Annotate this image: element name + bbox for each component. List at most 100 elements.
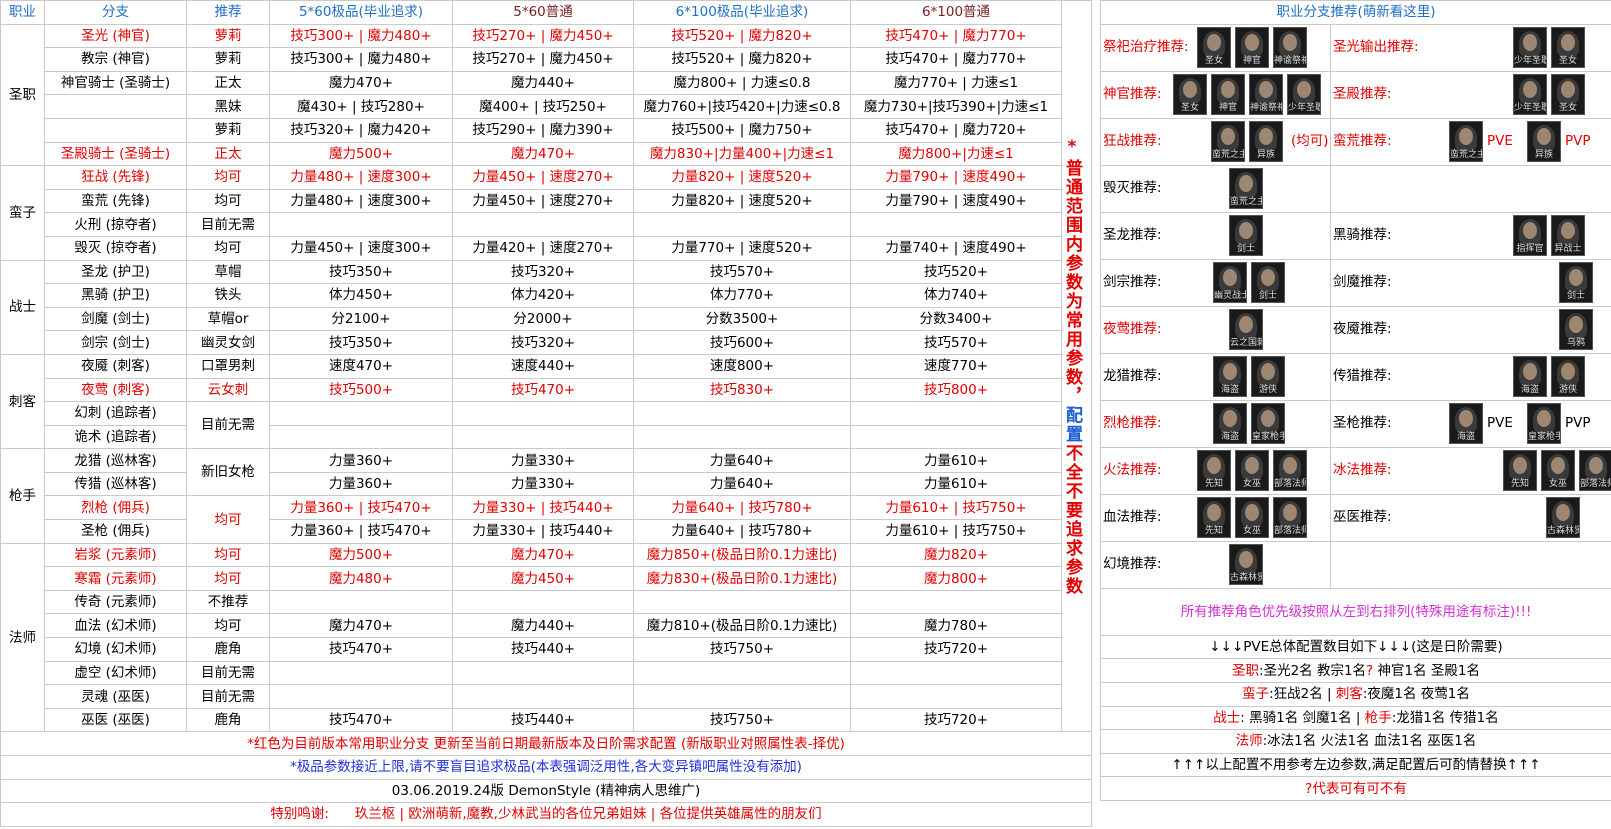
recommend-left: 祭祀治疗推荐: 圣女 神官 神谕祭祀: [1102, 25, 1330, 70]
value-cell-c3: 分数3500+: [633, 306, 851, 332]
hero-portrait-icon: 先知: [1503, 449, 1537, 491]
hero-portrait-icon: 部落法师: [1579, 449, 1611, 491]
header-branch: 分支: [44, 0, 187, 25]
value-cell-c1: [269, 212, 453, 237]
value-cell-c2: 技巧470+: [452, 377, 634, 403]
recommend-label: 巫医推荐:: [1333, 508, 1392, 525]
job-group-gunner: 枪手: [0, 448, 45, 544]
hero-portrait-icon: 异族: [1249, 120, 1283, 162]
recommend-cell-right: 黑骑推荐: 指挥官 异战士: [1329, 211, 1611, 260]
recommend-left: 狂战推荐: 蛮荒之主 异族 (均可): [1102, 119, 1330, 164]
value-cell-c2: 力量330+: [452, 448, 634, 473]
hero-name: 少年圣职: [1514, 55, 1547, 66]
hero-name: 古森林贤者: [1230, 572, 1262, 583]
side-note-text-1: 普通范围内参数为常用参数，: [1062, 158, 1083, 406]
attribute-table: 职业 分支 推荐 5*60极品(毕业追求) 5*60普通 6*100极品(毕业追求) 6*1…: [0, 0, 1092, 827]
recommend-cell-right: 冰法推荐: 先知 女巫 部落法师: [1329, 446, 1611, 495]
table-row: 幻刺 (追踪者) 目前无需: [1, 401, 1092, 450]
pve-line-6: ?代表可有可不有: [1099, 776, 1611, 801]
table-row: 幻境 (幻术师) 鹿角 技巧470+ 技巧440+ 技巧750+ 技巧720+: [1, 637, 1092, 662]
table-row: 枪手 龙猎 (巡林客) 新旧女枪 力量360+ 力量330+ 力量640+ 力量610+: [0, 448, 1092, 544]
value-cell-c2: 魔400+ | 技巧250+: [452, 94, 634, 119]
recommend-right: 圣殿推荐: 少年圣职 圣女: [1332, 72, 1611, 117]
branch-cell: 狂战 (先锋): [44, 165, 187, 190]
recommend-label: 圣龙推荐:: [1103, 226, 1162, 243]
job-group-warrior: 战士: [0, 259, 45, 355]
side-note-text-2: 配置: [1062, 405, 1083, 444]
recommend-cell-left: 祭祀治疗推荐: 圣女 神官 神谕祭祀: [1100, 23, 1331, 72]
recommend-label: 祭祀治疗推荐:: [1103, 38, 1189, 55]
value-cell-c2: 技巧270+ | 魔力450+: [452, 23, 634, 49]
hero-portrait-icon: 神官: [1235, 26, 1269, 68]
table-row: 诡术 (追踪者): [1, 424, 1092, 450]
value-cell-c3: 魔力800+ | 力速≤0.8: [633, 70, 851, 96]
branch-cell: 寒霜 (元素师): [44, 566, 187, 591]
rec-cell: 鹿角: [186, 707, 270, 733]
branch-cell: 黑骑 (护卫): [44, 283, 187, 308]
value-cell-c3: [633, 212, 851, 237]
value-cell-c3: 技巧520+ | 魔力820+: [633, 47, 851, 72]
value-cell-c2: 技巧290+ | 魔力390+: [452, 117, 634, 143]
table-row: 传猎 (巡林客) 力量360+ 力量330+ 力量640+ 力量610+: [1, 471, 1092, 497]
hero-name: 海盗: [1220, 384, 1239, 395]
rec-cell: 铁头: [186, 283, 270, 308]
hero-portrait-icon: 神谕祭祀: [1249, 73, 1283, 115]
thanks-text: 玖兰枢 | 欧洲萌新,魔教,少林武当的各位兄弟姐妹 | 各位提供英雄属性的朋友们: [354, 806, 822, 823]
recommend-label: 圣枪推荐:: [1333, 414, 1392, 431]
branch-cell: 诡术 (追踪者): [44, 424, 187, 450]
hero-name: 海盗: [1456, 431, 1475, 442]
value-cell-c1: [269, 684, 453, 709]
branch-cell: 传猎 (巡林客): [44, 471, 187, 497]
hero-name: 先知: [1510, 478, 1529, 489]
recommend-label: 冰法推荐:: [1333, 461, 1392, 478]
value-cell-c1: 力量480+ | 速度300+: [269, 165, 453, 190]
value-cell-c4: 魔力780+: [850, 613, 1062, 639]
recommend-row: 毁灭推荐: 蛮荒之主: [1100, 164, 1611, 213]
value-cell-c3: [633, 424, 851, 450]
priority-note: 所有推荐角色优先级按照从左到右排列(特殊用途有标注)!!!: [1099, 587, 1611, 636]
hero-name: 圣女: [1558, 102, 1577, 113]
value-cell-c4: 魔力770+ | 力速≤1: [850, 70, 1062, 96]
hero-name: 神谕祭祀: [1250, 102, 1283, 113]
hero-name: 皇家枪手: [1528, 431, 1561, 442]
recommend-right: 剑魔推荐: 剑士: [1332, 260, 1611, 305]
recommend-right: 圣枪推荐: 海盗 皇家枪手 PVE PVP: [1332, 401, 1611, 446]
rec-cell: 口罩男刺: [186, 353, 270, 379]
hero-name: 剑士: [1258, 290, 1277, 301]
value-cell-c2: [452, 212, 634, 237]
recommend-label: 龙猎推荐:: [1103, 367, 1162, 384]
recommend-cell-left: 龙猎推荐: 海盗 游侠: [1100, 352, 1331, 401]
recommend-row: 圣龙推荐: 剑士 黑骑推荐: 指挥官 异战士: [1100, 211, 1611, 260]
hero-name: 神官: [1218, 102, 1237, 113]
hero-portrait-icon: 蛮荒之主: [1211, 120, 1245, 162]
hero-portrait-icon: 少年圣职: [1513, 73, 1547, 115]
pve-line-1: 圣职:圣光2名 教宗1名? 神官1名 圣殿1名: [1099, 658, 1611, 683]
pve-class: 法师: [1235, 733, 1263, 750]
value-cell-c3: 技巧750+: [633, 637, 851, 662]
recommend-left: 烈枪推荐: 海盗 皇家枪手: [1102, 401, 1330, 446]
value-cell-c2: 技巧440+: [452, 637, 634, 662]
hero-portrait-icon: 乌鸦: [1559, 308, 1593, 350]
recommend-left: 火法推荐: 先知 女巫 部落法师: [1102, 448, 1330, 493]
table-row: 法师 岩浆 (元素师) 均可 魔力500+ 魔力470+ 魔力850+(极品日阶0.1力速…: [0, 542, 1092, 733]
recommend-row: 烈枪推荐: 海盗 皇家枪手 圣枪推荐: 海盗 皇家枪手 PVE PVP: [1100, 399, 1611, 448]
thanks-label: 特别鸣谢:: [270, 806, 329, 823]
recommend-right: [1332, 166, 1611, 211]
rec-cell: 幽灵女剑: [186, 330, 270, 355]
pve-config: :圣光2名 教宗1名: [1259, 662, 1367, 679]
hero-name: 云之国刺客: [1230, 337, 1262, 348]
value-cell-c4: 魔力730+|技巧390+|力速≤1: [850, 94, 1062, 119]
hero-portrait-icon: 女巫: [1541, 449, 1575, 491]
header-c2: 5*60普通: [452, 0, 634, 25]
recommend-label: 幻境推荐:: [1103, 555, 1162, 572]
recommend-cell-right: [1329, 540, 1611, 589]
hero-portrait-icon: 先知: [1197, 449, 1231, 491]
table-row: 传奇 (元素师) 不推荐: [1, 589, 1092, 615]
pve-line-5: ↑↑↑以上配置不用参考左边参数,满足配置后可酌情替换↑↑↑: [1099, 752, 1611, 778]
value-cell-c2: [452, 401, 634, 426]
pve-line-6-text: ?代表可有可不有: [1305, 780, 1407, 797]
hero-name: 游侠: [1258, 384, 1277, 395]
hero-portrait-icon: 异战士: [1551, 214, 1585, 256]
recommend-label: 狂战推荐:: [1103, 132, 1162, 149]
value-cell-c1: 技巧350+: [269, 259, 453, 285]
